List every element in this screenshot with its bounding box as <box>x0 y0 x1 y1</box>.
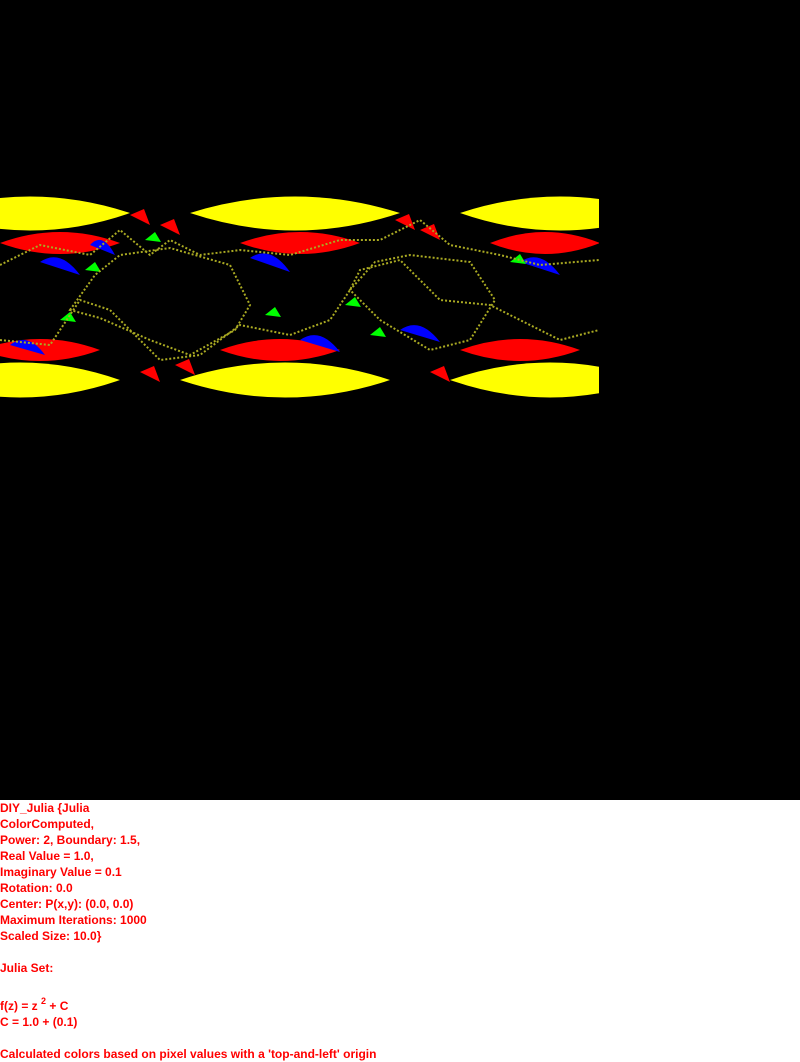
red-spike <box>160 219 180 235</box>
yellow-lobe-top <box>460 196 599 231</box>
fractal-boundary <box>68 246 252 357</box>
green-spike <box>60 312 76 322</box>
green-spike <box>370 327 386 337</box>
constant-line: C = 1.0 + (0.1) <box>0 1015 78 1029</box>
red-spike <box>420 224 440 240</box>
red-lobe <box>490 232 599 254</box>
green-spike <box>145 232 161 242</box>
blue-lobe <box>250 253 290 272</box>
red-spike <box>395 214 415 230</box>
info-line-7: Center: P(x,y): (0.0, 0.0) <box>0 897 134 911</box>
yellow-lobe-bottom <box>450 362 599 398</box>
julia-fractal-image <box>0 196 599 398</box>
yellow-lobe-bottom <box>0 362 120 398</box>
info-line-6: Rotation: 0.0 <box>0 881 73 895</box>
blue-lobe <box>40 257 80 275</box>
green-spike <box>85 262 101 272</box>
info-line-4: Real Value = 1.0, <box>0 849 94 863</box>
yellow-lobe-top <box>190 196 400 231</box>
footer-note: Calculated colors based on pixel values … <box>0 1047 377 1061</box>
formula-power: 2 <box>41 996 47 1006</box>
formula-prefix: f(z) = z <box>0 999 38 1013</box>
formula-line: f(z) = z 2 + C <box>0 996 800 1014</box>
parameters-panel: DIY_Julia {Julia ColorComputed, Power: 2… <box>0 800 800 1061</box>
blue-lobe <box>400 325 440 342</box>
red-spike <box>130 209 150 225</box>
info-line-8: Maximum Iterations: 1000 <box>0 913 147 927</box>
green-spike <box>265 307 281 317</box>
yellow-lobe-bottom <box>180 362 390 398</box>
info-line-1: DIY_Julia {Julia <box>0 801 90 815</box>
info-line-2: ColorComputed, <box>0 817 94 831</box>
red-spike <box>430 366 450 382</box>
info-line-3: Power: 2, Boundary: 1.5, <box>0 833 141 847</box>
julia-set-heading: Julia Set: <box>0 961 54 975</box>
red-lobe <box>460 339 580 361</box>
blue-lobe <box>520 257 560 275</box>
red-lobe <box>240 232 360 254</box>
info-line-9: Scaled Size: 10.0} <box>0 929 102 943</box>
fractal-render-area <box>0 0 800 800</box>
red-spike <box>140 366 160 382</box>
red-spike <box>175 359 195 375</box>
yellow-lobe-top <box>0 196 130 231</box>
info-line-5: Imaginary Value = 0.1 <box>0 865 122 879</box>
formula-suffix: + C <box>46 999 69 1013</box>
